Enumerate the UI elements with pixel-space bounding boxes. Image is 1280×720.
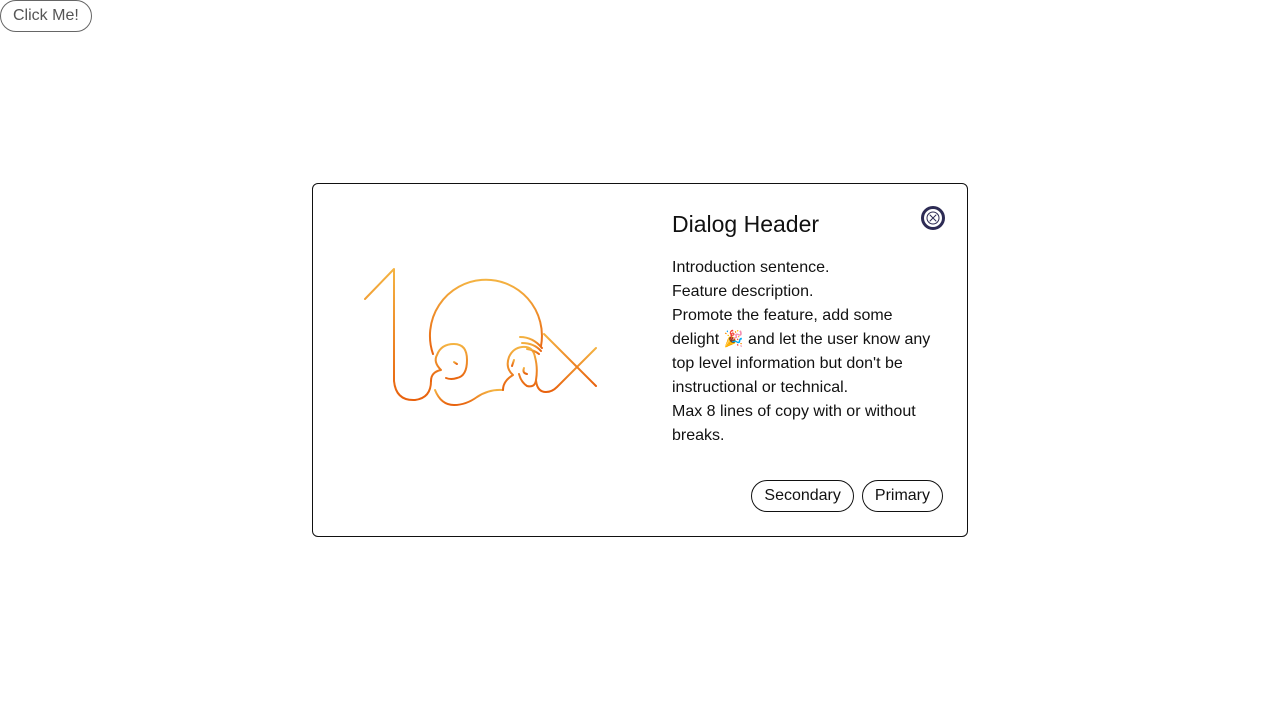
primary-button[interactable]: Primary — [861, 480, 943, 512]
dialog-title: Dialog Header — [672, 211, 820, 237]
click-me-button[interactable]: Click Me! — [0, 0, 92, 32]
dialog-body: Introduction sentence. Feature descripti… — [672, 256, 932, 448]
secondary-button[interactable]: Secondary — [751, 480, 854, 512]
ten-x-illustration-icon — [353, 244, 613, 414]
close-button[interactable] — [921, 206, 945, 230]
feature-dialog: Dialog Header Introduction sentence. Fea… — [312, 183, 968, 537]
close-circle-icon — [926, 211, 940, 225]
body-line: Introduction sentence. — [672, 259, 830, 276]
body-line: Max 8 lines of copy with or without brea… — [672, 403, 916, 444]
dialog-content: Dialog Header Introduction sentence. Fea… — [672, 208, 932, 448]
dialog-actions: Secondary Primary — [751, 480, 943, 512]
body-line: Feature description. — [672, 283, 814, 300]
body-line: Promote the feature, add some delight 🎉 … — [672, 307, 931, 396]
